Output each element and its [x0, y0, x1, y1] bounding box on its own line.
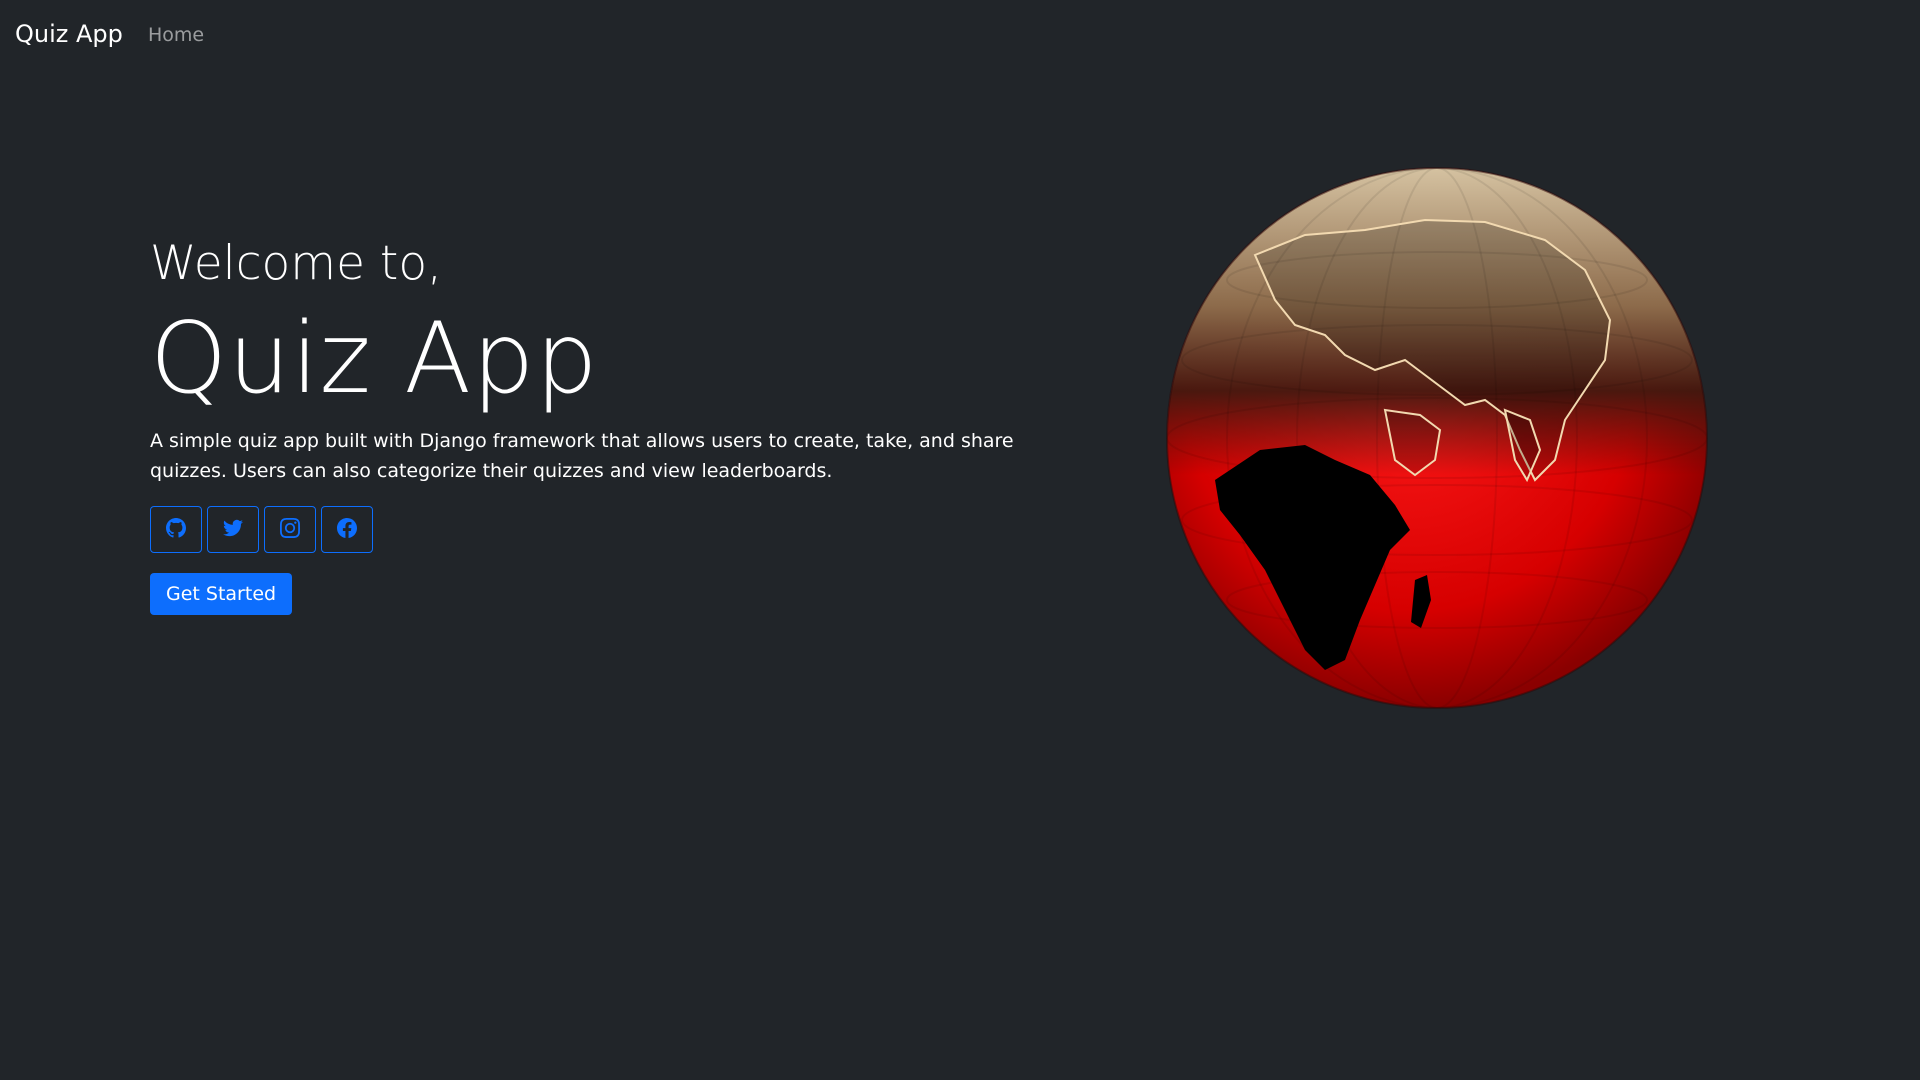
- instagram-button[interactable]: [264, 506, 316, 553]
- facebook-icon: [337, 517, 358, 542]
- welcome-heading: Welcome to,: [150, 236, 443, 291]
- twitter-button[interactable]: [207, 506, 259, 553]
- globe-visual: [1165, 160, 1710, 715]
- hero-section: Welcome to, Quiz App A simple quiz app b…: [150, 230, 1090, 615]
- app-description: A simple quiz app built with Django fram…: [150, 430, 1014, 482]
- github-icon: [166, 517, 186, 542]
- facebook-button[interactable]: [321, 506, 373, 553]
- instagram-icon: [280, 517, 300, 542]
- brand-link[interactable]: Quiz App: [15, 20, 123, 48]
- social-links: [150, 506, 1090, 553]
- nav-link-home[interactable]: Home: [148, 24, 204, 46]
- globe-icon: [1166, 167, 1708, 709]
- twitter-icon: [223, 518, 243, 542]
- get-started-button[interactable]: Get Started: [150, 573, 293, 615]
- app-title: Quiz App: [150, 302, 599, 416]
- navbar: Quiz App Home: [0, 0, 1920, 72]
- github-button[interactable]: [150, 506, 202, 553]
